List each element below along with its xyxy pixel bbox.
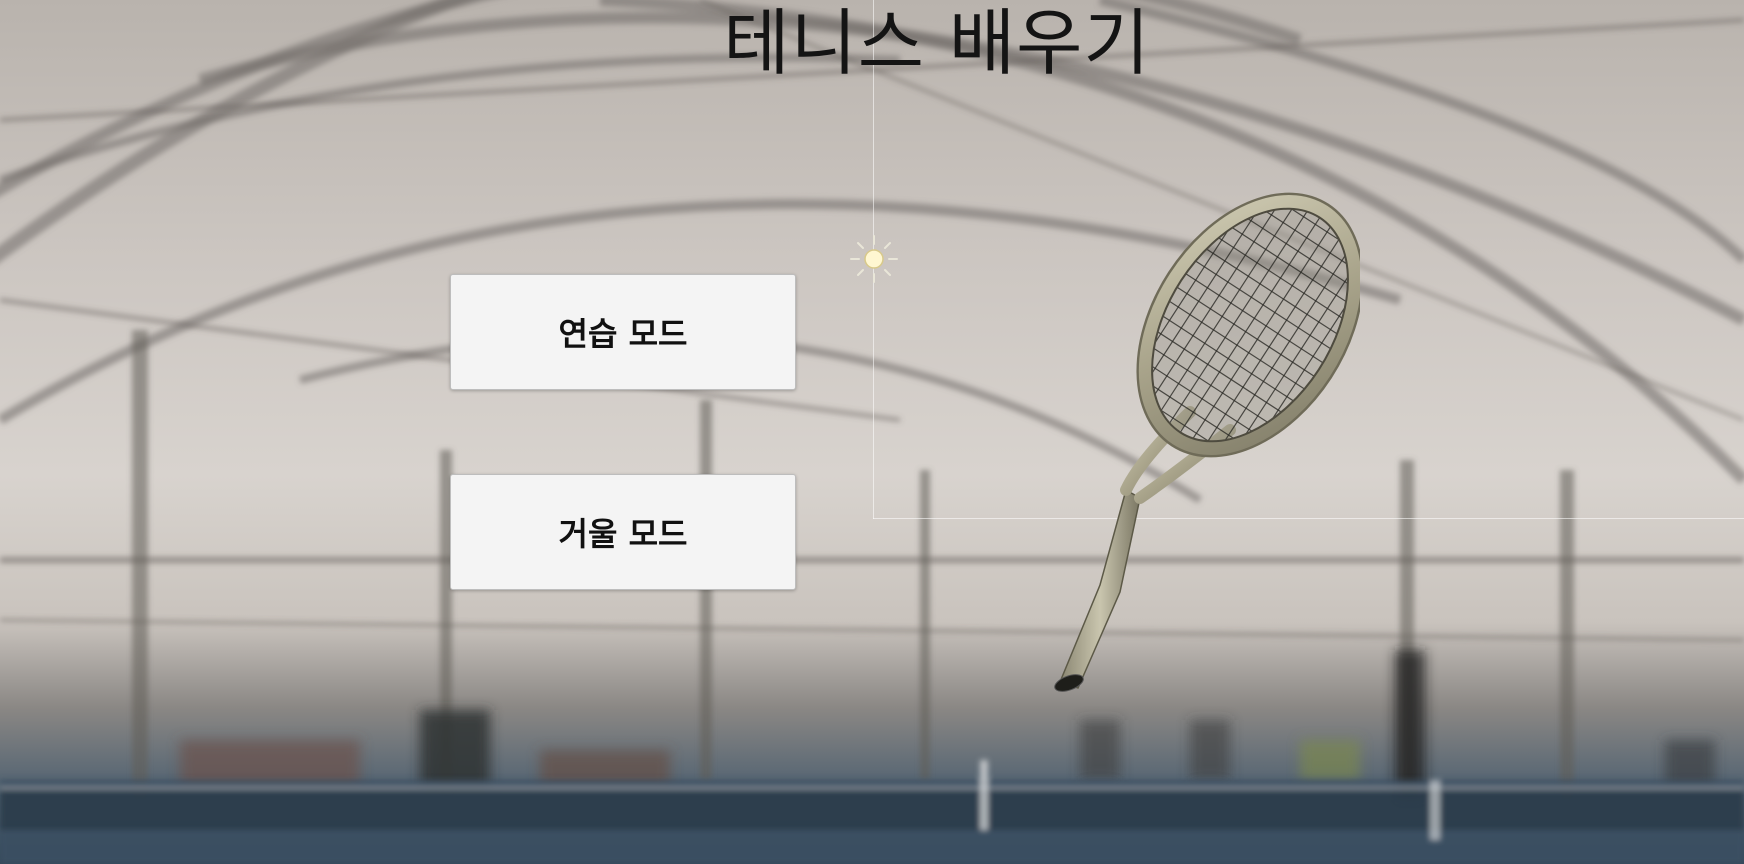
practice-mode-button[interactable]: 연습 모드 <box>450 274 796 390</box>
app-scene: 테니스 배우기 연습 모드 거울 모드 <box>0 0 1744 864</box>
page-title: 테니스 배우기 <box>723 1 1151 85</box>
tennis-racket-model[interactable] <box>1030 190 1360 700</box>
tennis-court-background <box>0 0 1744 864</box>
light-sun-icon <box>850 235 898 283</box>
mirror-mode-button[interactable]: 거울 모드 <box>450 474 796 590</box>
